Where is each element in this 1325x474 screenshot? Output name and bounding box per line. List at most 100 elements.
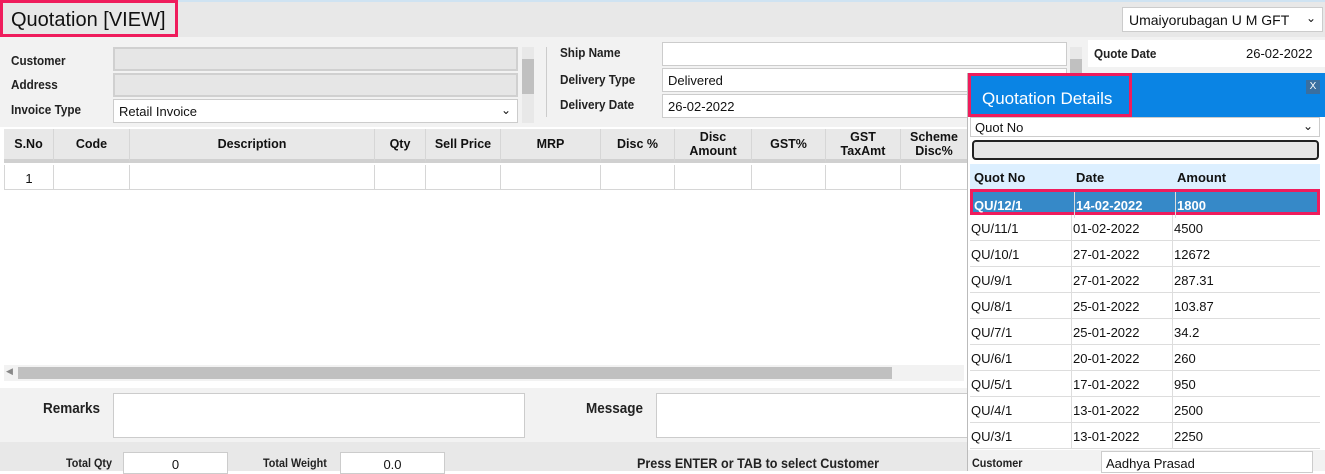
filter-select[interactable]: Quot No ⌄ xyxy=(970,117,1320,137)
quot-amount: 1800 xyxy=(1177,198,1206,213)
total-qty-label: Total Qty xyxy=(66,456,113,470)
divider xyxy=(546,47,547,117)
grid-horizontal-scrollbar[interactable]: ◀ xyxy=(4,365,964,381)
quotation-row[interactable]: QU/6/1 20-01-2022 260 xyxy=(970,345,1320,371)
quotation-row[interactable]: QU/5/1 17-01-2022 950 xyxy=(970,371,1320,397)
grid-cell[interactable] xyxy=(130,165,375,190)
customer-label: Customer xyxy=(11,53,66,68)
invoice-type-value: Retail Invoice xyxy=(119,104,198,119)
grid-header-cell[interactable]: Disc % xyxy=(601,129,675,163)
quote-date-label: Quote Date xyxy=(1094,46,1157,61)
quotation-row[interactable]: QU/3/1 13-01-2022 2250 xyxy=(970,423,1320,449)
quotation-details-popup: Quotation Details X Quot No ⌄ Quot No Dat… xyxy=(967,73,1325,473)
quot-no: QU/9/1 xyxy=(971,273,1013,288)
grid-header-cell[interactable]: GST% xyxy=(752,129,826,163)
quotation-row[interactable]: QU/10/1 27-01-2022 12672 xyxy=(970,241,1320,267)
quote-date-panel: Quote Date 26-02-2022 xyxy=(1088,40,1325,67)
delivery-type-label: Delivery Type xyxy=(560,72,636,87)
quot-no: QU/7/1 xyxy=(971,325,1013,340)
branch-select[interactable]: Umaiyorubagan U M GFT ⌄ xyxy=(1122,7,1323,32)
search-input[interactable] xyxy=(972,140,1319,160)
quot-no: QU/4/1 xyxy=(971,403,1013,418)
grid-cell[interactable] xyxy=(54,165,130,190)
quot-date: 14-02-2022 xyxy=(1076,198,1143,213)
quot-date: 25-01-2022 xyxy=(1073,325,1140,340)
quot-date: 20-01-2022 xyxy=(1073,351,1140,366)
form-scrollbar[interactable] xyxy=(522,47,534,123)
invoice-type-select[interactable]: Retail Invoice ⌄ xyxy=(113,99,518,123)
quot-no: QU/5/1 xyxy=(971,377,1013,392)
grid-header-cell[interactable]: Sell Price xyxy=(426,129,501,163)
quot-date: 01-02-2022 xyxy=(1073,221,1140,236)
grid-cell[interactable] xyxy=(675,165,752,190)
branch-value: Umaiyorubagan U M GFT xyxy=(1129,12,1290,28)
grid-cell[interactable] xyxy=(426,165,501,190)
quotation-row[interactable]: QU/8/1 25-01-2022 103.87 xyxy=(970,293,1320,319)
quot-amount: 2250 xyxy=(1174,429,1203,444)
quot-amount: 950 xyxy=(1174,377,1196,392)
grid-cell[interactable]: 1 xyxy=(4,165,54,190)
grid-cell[interactable] xyxy=(375,165,426,190)
hint-text: Press ENTER or TAB to select Customer xyxy=(637,455,880,471)
address-field[interactable] xyxy=(113,73,518,97)
page-title: Quotation [VIEW] xyxy=(0,0,178,37)
ship-name-input[interactable] xyxy=(662,42,1067,66)
grid-cell[interactable] xyxy=(601,165,675,190)
grid-header-cell[interactable]: GST TaxAmt xyxy=(826,129,901,163)
invoice-type-label: Invoice Type xyxy=(11,102,82,117)
customer-field[interactable] xyxy=(113,47,518,71)
col-amount: Amount xyxy=(1177,170,1227,185)
total-weight-label: Total Weight xyxy=(263,456,327,470)
quotation-row[interactable]: QU/4/1 13-01-2022 2500 xyxy=(970,397,1320,423)
quot-amount: 103.87 xyxy=(1174,299,1214,314)
quot-no: QU/8/1 xyxy=(971,299,1013,314)
quot-date: 25-01-2022 xyxy=(1073,299,1140,314)
quote-date-value: 26-02-2022 xyxy=(1246,46,1313,61)
grid-cell[interactable] xyxy=(752,165,826,190)
chevron-down-icon: ⌄ xyxy=(500,103,511,117)
remarks-label: Remarks xyxy=(43,400,101,417)
message-textarea[interactable] xyxy=(656,393,976,438)
grid-header-cell[interactable]: Qty xyxy=(375,129,426,163)
quot-no: QU/12/1 xyxy=(974,198,1023,213)
grid-header-cell[interactable]: Description xyxy=(130,129,375,163)
quot-date: 13-01-2022 xyxy=(1073,403,1140,418)
col-date: Date xyxy=(1076,170,1105,185)
quot-date: 27-01-2022 xyxy=(1073,273,1140,288)
col-quot-no: Quot No xyxy=(974,170,1026,185)
quot-date: 27-01-2022 xyxy=(1073,247,1140,262)
quotation-row[interactable]: QU/11/1 01-02-2022 4500 xyxy=(970,215,1320,241)
grid-header-cell[interactable]: Code xyxy=(54,129,130,163)
grid-cell[interactable] xyxy=(501,165,601,190)
popup-customer-field[interactable]: Aadhya Prasad xyxy=(1101,451,1313,473)
quot-no: QU/10/1 xyxy=(971,247,1020,262)
quot-date: 13-01-2022 xyxy=(1073,429,1140,444)
quotation-row[interactable]: QU/9/1 27-01-2022 287.31 xyxy=(970,267,1320,293)
filter-value: Quot No xyxy=(975,120,1024,135)
popup-table-header: Quot No Date Amount xyxy=(970,164,1320,189)
popup-customer-label: Customer xyxy=(972,456,1023,470)
quot-no: QU/3/1 xyxy=(971,429,1013,444)
quot-amount: 4500 xyxy=(1174,221,1203,236)
quot-amount: 260 xyxy=(1174,351,1196,366)
quot-amount: 2500 xyxy=(1174,403,1203,418)
grid-cell[interactable] xyxy=(901,165,968,190)
quotation-row[interactable]: QU/7/1 25-01-2022 34.2 xyxy=(970,319,1320,345)
grid-header-cell[interactable]: S.No xyxy=(4,129,54,163)
grid-cell[interactable] xyxy=(826,165,901,190)
address-label: Address xyxy=(11,77,58,92)
popup-customer-row: Customer Aadhya Prasad xyxy=(968,450,1325,473)
close-button[interactable]: X xyxy=(1306,80,1320,94)
delivery-date-label: Delivery Date xyxy=(560,97,635,112)
quot-amount: 12672 xyxy=(1174,247,1211,262)
grid-header-cell[interactable]: Disc Amount xyxy=(675,129,752,163)
quot-date: 17-01-2022 xyxy=(1073,377,1140,392)
remarks-textarea[interactable] xyxy=(113,393,525,438)
chevron-down-icon: ⌄ xyxy=(1302,119,1313,133)
chevron-down-icon: ⌄ xyxy=(1305,11,1316,25)
quotation-row[interactable]: QU/12/1 14-02-2022 1800 xyxy=(970,189,1320,218)
quot-amount: 34.2 xyxy=(1174,325,1200,340)
grid-header-cell[interactable]: Scheme Disc% xyxy=(901,129,968,163)
ship-name-label: Ship Name xyxy=(560,45,621,60)
grid-header-cell[interactable]: MRP xyxy=(501,129,601,163)
